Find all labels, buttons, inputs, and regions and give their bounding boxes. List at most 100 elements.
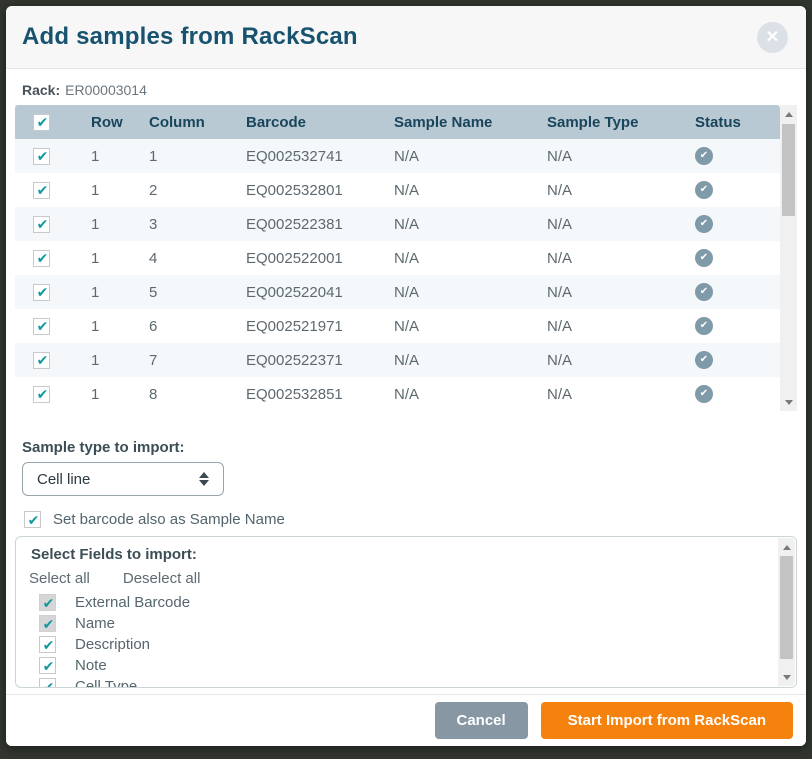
cell-sample-type: N/A <box>529 216 677 233</box>
row-checkbox[interactable]: ✔ <box>33 216 50 233</box>
row-checkbox-cell: ✔ <box>15 182 73 199</box>
checkmark-icon: ✔ <box>28 514 40 528</box>
cell-status: ✔ <box>677 181 780 199</box>
cell-status: ✔ <box>677 147 780 165</box>
cell-barcode: EQ002532741 <box>228 148 376 165</box>
cell-row: 1 <box>73 148 131 165</box>
close-icon: ✕ <box>766 30 779 46</box>
row-checkbox[interactable]: ✔ <box>33 250 50 267</box>
table-row: ✔17EQ002522371N/AN/A✔ <box>15 343 780 377</box>
field-checkbox[interactable]: ✔ <box>39 594 56 611</box>
modal-footer: Cancel Start Import from RackScan <box>6 694 806 746</box>
header-checkbox-cell: ✔ <box>15 114 73 131</box>
table-row: ✔15EQ002522041N/AN/A✔ <box>15 275 780 309</box>
modal-header: Add samples from RackScan ✕ <box>6 6 806 69</box>
fields-links-row: Select all Deselect all <box>29 570 782 587</box>
cell-row: 1 <box>73 284 131 301</box>
cell-barcode: EQ002532851 <box>228 386 376 403</box>
fields-scrollbar[interactable] <box>778 538 795 686</box>
cell-sample-type: N/A <box>529 250 677 267</box>
row-checkbox[interactable]: ✔ <box>33 386 50 403</box>
table-header-row: ✔ Row Column Barcode Sample Name Sample … <box>15 105 780 139</box>
field-checkbox[interactable]: ✔ <box>39 678 56 688</box>
field-label: Name <box>75 615 115 632</box>
cancel-button[interactable]: Cancel <box>435 702 528 739</box>
field-checkbox[interactable]: ✔ <box>39 636 56 653</box>
field-item: ✔Description <box>39 634 782 655</box>
status-ok-icon: ✔ <box>695 181 713 199</box>
row-checkbox[interactable]: ✔ <box>33 148 50 165</box>
checkmark-icon: ✔ <box>700 389 708 399</box>
scroll-down-icon[interactable] <box>778 670 795 684</box>
select-all-link[interactable]: Select all <box>29 570 90 587</box>
select-all-checkbox[interactable]: ✔ <box>33 114 50 131</box>
row-checkbox[interactable]: ✔ <box>33 352 50 369</box>
cell-barcode: EQ002522381 <box>228 216 376 233</box>
fields-list: ✔External Barcode✔Name✔Description✔Note✔… <box>31 592 782 688</box>
row-checkbox-cell: ✔ <box>15 386 73 403</box>
row-checkbox[interactable]: ✔ <box>33 318 50 335</box>
cell-sample-name: N/A <box>376 250 529 267</box>
cell-sample-type: N/A <box>529 284 677 301</box>
scroll-up-icon[interactable] <box>780 107 797 121</box>
deselect-all-link[interactable]: Deselect all <box>123 570 201 587</box>
field-item: ✔Cell Type <box>39 676 782 688</box>
sample-type-selected-value: Cell line <box>37 471 199 488</box>
checkmark-icon: ✔ <box>37 252 49 266</box>
cell-barcode: EQ002522001 <box>228 250 376 267</box>
column-header-sample-type: Sample Type <box>529 114 677 131</box>
set-barcode-as-name-checkbox[interactable]: ✔ <box>24 511 41 528</box>
table-row: ✔18EQ002532851N/AN/A✔ <box>15 377 780 411</box>
rack-line: Rack:ER00003014 <box>22 82 797 98</box>
row-checkbox-cell: ✔ <box>15 352 73 369</box>
status-ok-icon: ✔ <box>695 351 713 369</box>
cell-sample-name: N/A <box>376 386 529 403</box>
cell-sample-name: N/A <box>376 284 529 301</box>
rack-value: ER00003014 <box>65 82 147 98</box>
scroll-up-icon[interactable] <box>778 540 795 554</box>
cell-column: 2 <box>131 182 228 199</box>
cell-row: 1 <box>73 250 131 267</box>
fields-scrollbar-thumb[interactable] <box>780 556 793 659</box>
cell-sample-type: N/A <box>529 182 677 199</box>
checkmark-icon: ✔ <box>37 184 49 198</box>
cell-status: ✔ <box>677 351 780 369</box>
status-ok-icon: ✔ <box>695 283 713 301</box>
table-row: ✔13EQ002522381N/AN/A✔ <box>15 207 780 241</box>
status-ok-icon: ✔ <box>695 249 713 267</box>
checkmark-icon: ✔ <box>700 219 708 229</box>
checkmark-icon: ✔ <box>37 286 49 300</box>
row-checkbox-cell: ✔ <box>15 250 73 267</box>
add-samples-modal: Add samples from RackScan ✕ Rack:ER00003… <box>6 6 806 746</box>
cell-sample-type: N/A <box>529 352 677 369</box>
field-item: ✔Note <box>39 655 782 676</box>
table-row: ✔11EQ002532741N/AN/A✔ <box>15 139 780 173</box>
cell-row: 1 <box>73 386 131 403</box>
checkmark-icon: ✔ <box>37 218 49 232</box>
set-barcode-as-name-row: ✔ Set barcode also as Sample Name <box>24 511 797 528</box>
sample-type-select[interactable]: Cell line <box>22 462 224 496</box>
start-import-button[interactable]: Start Import from RackScan <box>541 702 793 739</box>
table-scrollbar[interactable] <box>780 105 797 411</box>
checkmark-icon: ✔ <box>700 287 708 297</box>
table-scrollbar-thumb[interactable] <box>782 124 795 216</box>
row-checkbox[interactable]: ✔ <box>33 284 50 301</box>
field-checkbox[interactable]: ✔ <box>39 615 56 632</box>
checkmark-icon: ✔ <box>37 320 49 334</box>
cell-barcode: EQ002522371 <box>228 352 376 369</box>
row-checkbox-cell: ✔ <box>15 284 73 301</box>
select-updown-icon <box>199 472 209 486</box>
close-button[interactable]: ✕ <box>757 22 788 53</box>
checkmark-icon: ✔ <box>700 185 708 195</box>
row-checkbox[interactable]: ✔ <box>33 182 50 199</box>
column-header-sample-name: Sample Name <box>376 114 529 131</box>
scroll-down-icon[interactable] <box>780 395 797 409</box>
checkmark-icon: ✔ <box>43 681 55 689</box>
cell-row: 1 <box>73 182 131 199</box>
cell-status: ✔ <box>677 317 780 335</box>
select-fields-panel: Select Fields to import: Select all Dese… <box>15 536 797 688</box>
cell-row: 1 <box>73 318 131 335</box>
field-checkbox[interactable]: ✔ <box>39 657 56 674</box>
row-checkbox-cell: ✔ <box>15 318 73 335</box>
table-row: ✔14EQ002522001N/AN/A✔ <box>15 241 780 275</box>
